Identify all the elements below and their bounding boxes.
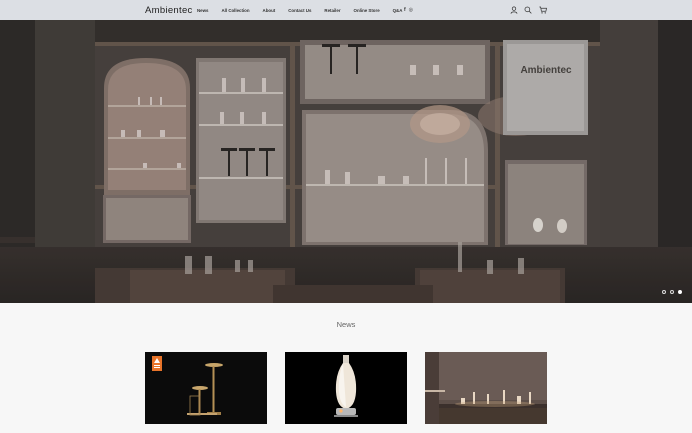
main-nav: News All Collection About Contact Us Ret… bbox=[197, 8, 415, 13]
cart-icon[interactable] bbox=[539, 6, 547, 14]
slide-dot-2[interactable] bbox=[670, 290, 674, 294]
nav-item-about[interactable]: About bbox=[263, 8, 276, 13]
slide-dot-1[interactable] bbox=[662, 290, 666, 294]
search-icon[interactable] bbox=[524, 6, 532, 14]
account-icon[interactable] bbox=[510, 6, 518, 14]
slide-dot-3[interactable] bbox=[678, 290, 682, 294]
news-card-1[interactable] bbox=[145, 352, 267, 424]
news-card-3[interactable] bbox=[425, 352, 547, 424]
news-card-3-image bbox=[425, 352, 547, 424]
site-header: Ambientec News All Collection About Cont… bbox=[0, 0, 692, 20]
facebook-icon[interactable]: f bbox=[404, 7, 406, 13]
news-heading: News bbox=[336, 320, 356, 329]
nav-item-online-store[interactable]: Online Store bbox=[354, 8, 380, 13]
nav-item-retailer[interactable]: Retailer bbox=[324, 8, 340, 13]
hero-image: Ambientec bbox=[0, 20, 692, 303]
brand-logo[interactable]: Ambientec bbox=[145, 5, 193, 16]
instagram-icon[interactable]: ◎ bbox=[409, 7, 413, 13]
nav-item-contact-us[interactable]: Contact Us bbox=[288, 8, 311, 13]
news-card-2[interactable] bbox=[285, 352, 407, 424]
nav-item-all-collection[interactable]: All Collection bbox=[221, 8, 249, 13]
hero-slideshow[interactable]: Ambientec bbox=[0, 20, 692, 303]
slide-indicators bbox=[662, 290, 682, 294]
nav-item-qa[interactable]: Q&A bbox=[393, 8, 403, 13]
news-card-2-image bbox=[285, 352, 407, 424]
news-card-1-image bbox=[145, 352, 267, 424]
nav-item-news[interactable]: News bbox=[197, 8, 208, 13]
social-links: f ◎ bbox=[404, 7, 413, 13]
